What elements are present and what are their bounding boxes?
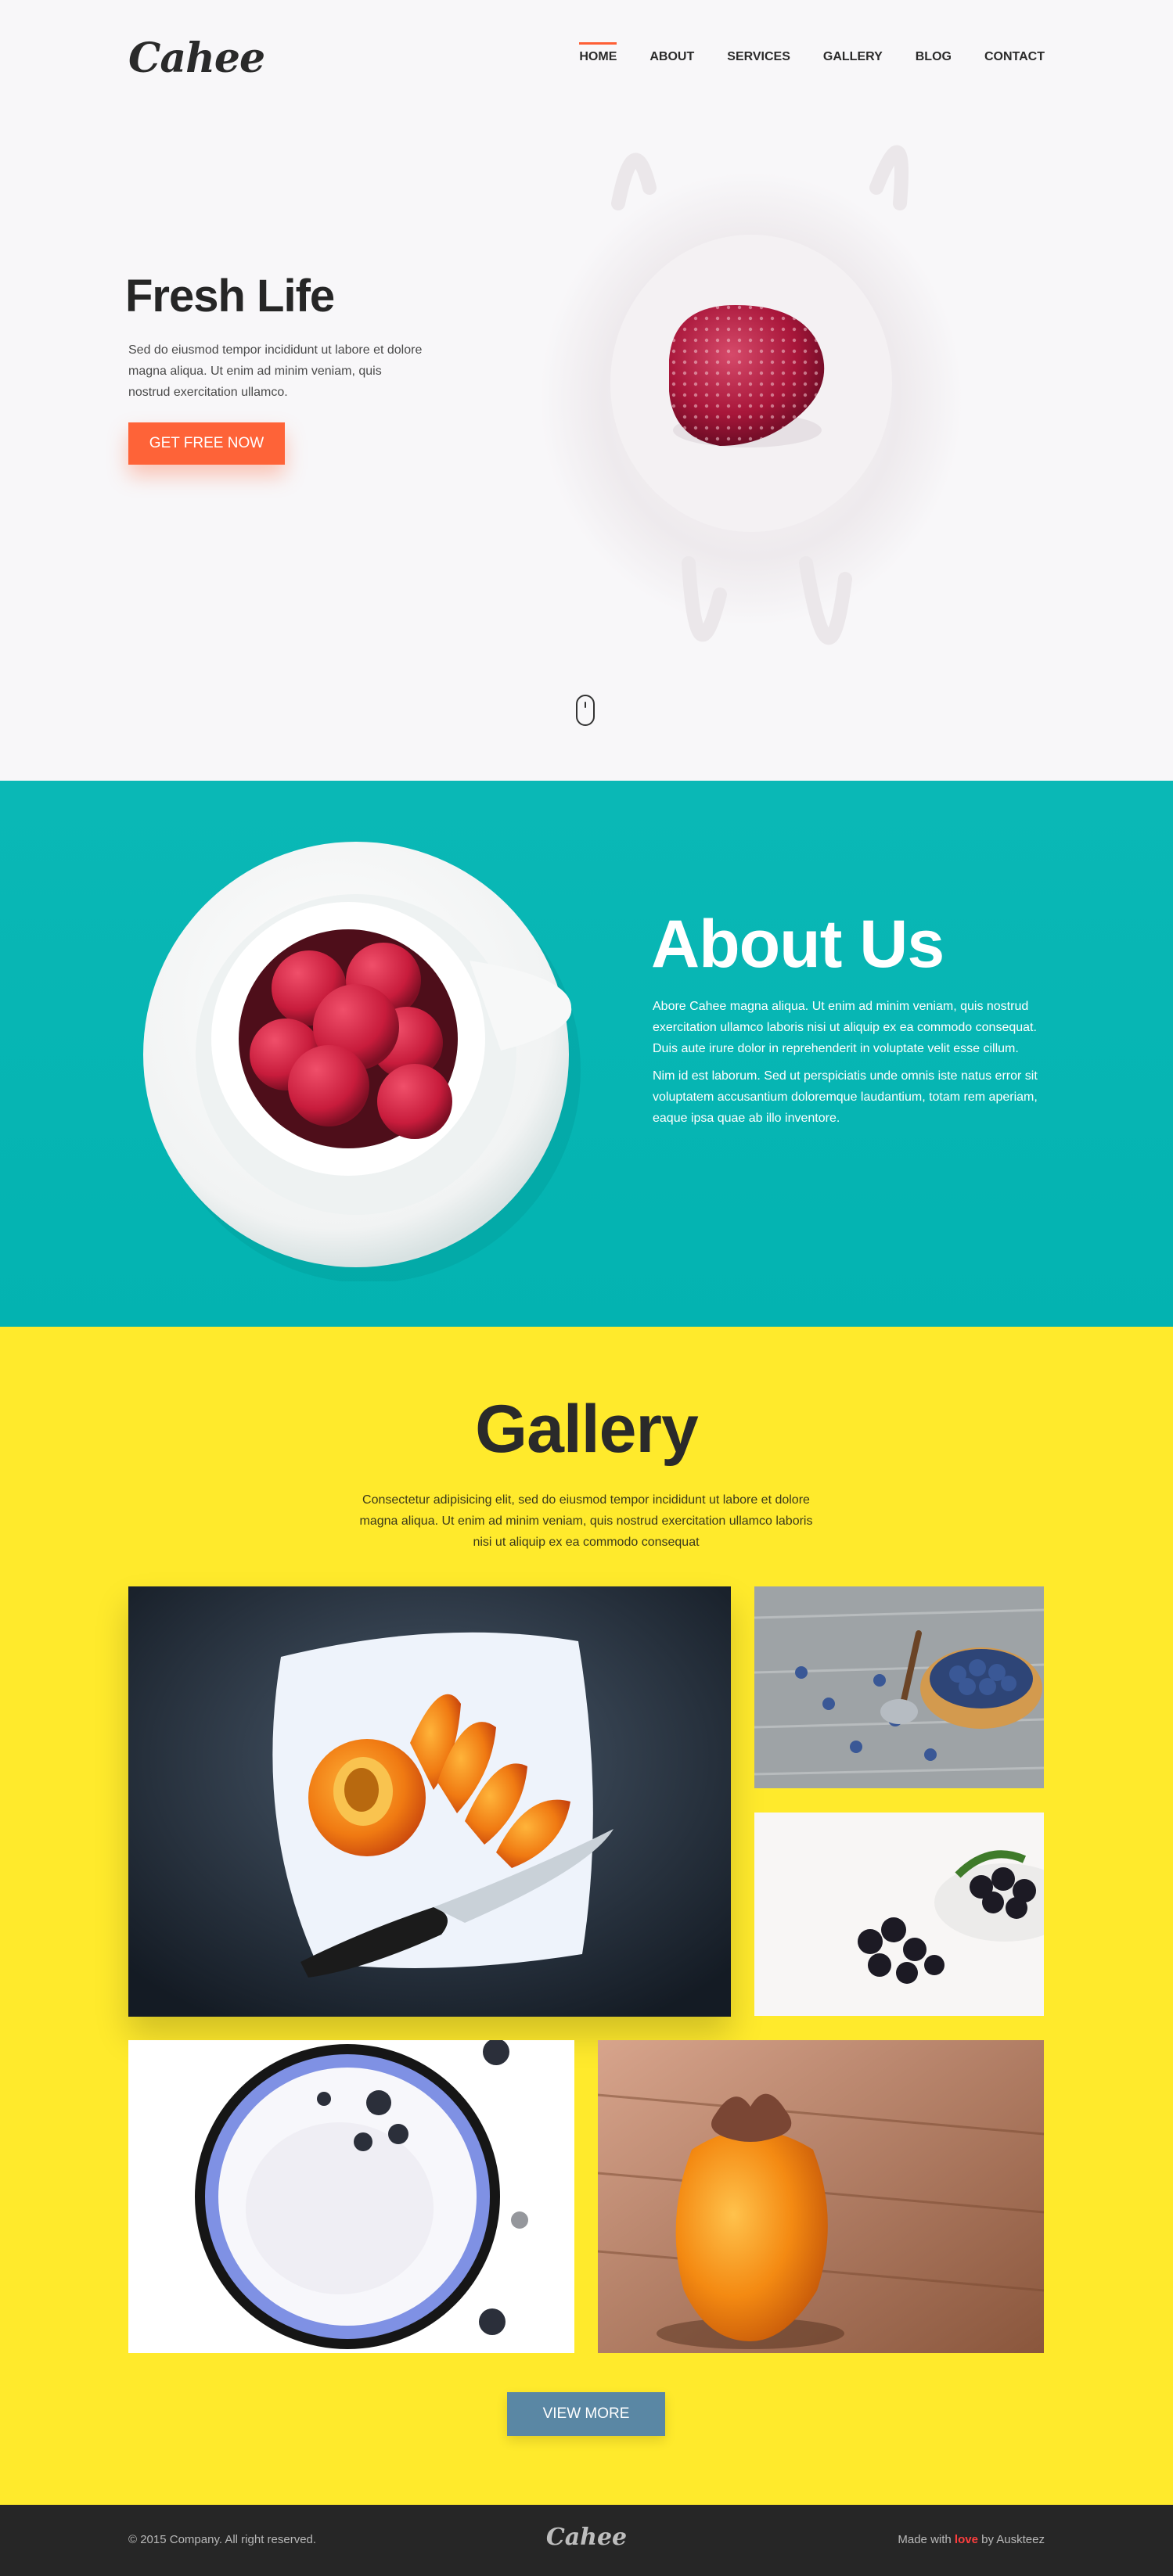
milk-splash-image	[540, 145, 963, 645]
made-with-text: Made with love by Auskteez	[898, 2533, 1045, 2546]
gallery-image-peach-plate[interactable]	[128, 1586, 731, 2017]
brand-logo[interactable]: Cahee	[128, 34, 265, 82]
main-nav: HOME ABOUT SERVICES GALLERY BLOG CONTACT	[546, 42, 1045, 64]
nav-contact[interactable]: CONTACT	[984, 42, 1045, 64]
about-section: About Us Abore Cahee magna aliqua. Ut en…	[0, 781, 1173, 1327]
nav-gallery[interactable]: GALLERY	[823, 42, 883, 64]
raspberry-cup-image	[143, 842, 581, 1281]
get-free-now-button[interactable]: GET FREE NOW	[128, 422, 285, 465]
gallery-description: Consectetur adipisicing elit, sed do eiu…	[359, 1493, 813, 1549]
gallery-image-blueberries[interactable]	[754, 1586, 1044, 1788]
hero-description: Sed do eiusmod tempor incididunt ut labo…	[128, 343, 423, 399]
scroll-mouse-icon[interactable]	[576, 695, 595, 726]
hero-section: Cahee HOME ABOUT SERVICES GALLERY BLOG C…	[0, 0, 1173, 781]
nav-home[interactable]: HOME	[579, 42, 617, 64]
nav-blog[interactable]: BLOG	[916, 42, 952, 64]
nav-about[interactable]: ABOUT	[649, 42, 694, 64]
made-with-love: love	[954, 2533, 978, 2546]
author-link[interactable]: by Auskteez	[981, 2533, 1045, 2546]
about-paragraph-1: Abore Cahee magna aliqua. Ut enim ad min…	[653, 1000, 1037, 1055]
view-more-button[interactable]: VIEW MORE	[507, 2392, 665, 2436]
about-paragraph-2: Nim id est laborum. Sed ut perspiciatis …	[653, 1069, 1038, 1125]
hero-title: Fresh Life	[125, 271, 335, 322]
gallery-section: Gallery Consectetur adipisicing elit, se…	[0, 1327, 1173, 2505]
about-title: About Us	[651, 907, 945, 982]
footer: © 2015 Company. All right reserved. Cahe…	[0, 2505, 1173, 2576]
nav-services[interactable]: SERVICES	[727, 42, 790, 64]
gallery-image-blackberries[interactable]	[754, 1813, 1044, 2016]
gallery-image-persimmon[interactable]	[598, 2040, 1044, 2353]
gallery-image-milk-bowl[interactable]	[128, 2040, 574, 2353]
gallery-title: Gallery	[475, 1392, 699, 1467]
about-text: Abore Cahee magna aliqua. Ut enim ad min…	[653, 996, 1052, 1135]
made-with-prefix: Made with	[898, 2533, 952, 2546]
